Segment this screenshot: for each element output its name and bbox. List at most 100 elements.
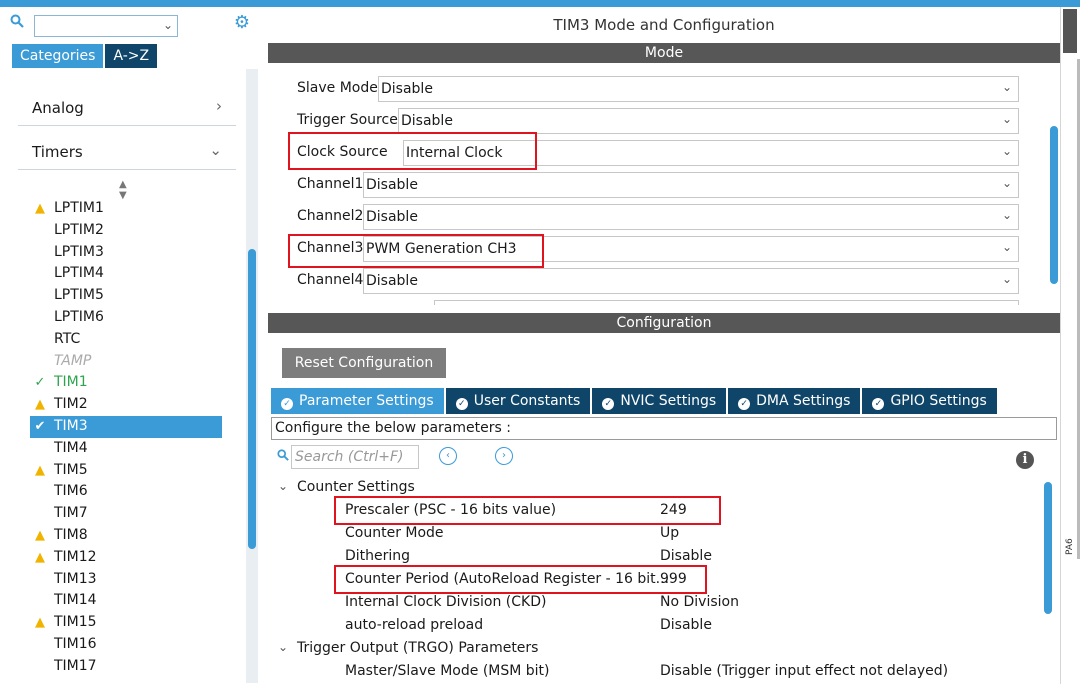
chevron-down-icon: ⌄	[209, 141, 222, 159]
tab-categories[interactable]: Categories	[12, 44, 104, 68]
chevron-down-icon: ⌄	[1001, 176, 1012, 190]
timer-item-tim3[interactable]: ✔ TIM3	[30, 415, 222, 438]
check-circle-icon: ✔	[34, 418, 46, 434]
chevron-down-icon: ⌄	[1001, 272, 1012, 286]
timer-item-tim12[interactable]: ▲ TIM12	[30, 547, 222, 569]
timer-item-lptim1[interactable]: ▲ LPTIM1	[30, 198, 222, 220]
timer-label: TIM13	[54, 570, 97, 587]
channel4-select[interactable]: Disable ⌄	[363, 268, 1019, 294]
configuration-header: Configuration	[268, 313, 1060, 333]
reset-configuration-button[interactable]: Reset Configuration	[282, 348, 446, 378]
timer-item-tim6[interactable]: TIM6	[30, 481, 222, 503]
param-row-auto-reload[interactable]: auto-reload preload Disable	[268, 615, 1048, 638]
select-value: Disable	[366, 209, 418, 225]
panel-title: TIM3 Mode and Configuration	[553, 16, 775, 34]
check-circle-icon: ✓	[281, 398, 293, 410]
channel4-label: Channel4	[297, 272, 364, 288]
slave-mode-select[interactable]: Disable ⌄	[378, 76, 1019, 102]
timer-item-lptim3[interactable]: LPTIM3	[30, 242, 222, 264]
mode-scrollbar[interactable]	[1050, 126, 1058, 284]
group-label: Trigger Output (TRGO) Parameters	[297, 640, 539, 656]
trigger-source-select[interactable]: Disable ⌄	[398, 108, 1019, 134]
channel2-select[interactable]: Disable ⌄	[363, 204, 1019, 230]
info-icon[interactable]: i	[1016, 451, 1034, 469]
timer-item-tim1[interactable]: ✓ TIM1	[30, 372, 222, 394]
search-icon[interactable]	[10, 14, 24, 28]
timer-item-tim16[interactable]: TIM16	[30, 634, 222, 656]
empty-icon-slot	[32, 634, 48, 656]
collapse-handle[interactable]	[1063, 9, 1077, 53]
timer-item-tim14[interactable]: TIM14	[30, 590, 222, 612]
right-edge-strip: PA6	[1060, 7, 1080, 684]
timer-item-tim4[interactable]: TIM4	[30, 438, 222, 460]
search-next-icon[interactable]: ›	[495, 447, 513, 465]
timer-label: LPTIM1	[54, 200, 104, 216]
scrollbar-thumb[interactable]	[248, 249, 256, 549]
tab-parameter-settings[interactable]: ✓ Parameter Settings	[271, 388, 444, 414]
parameter-search-input[interactable]: Search (Ctrl+F)	[291, 445, 419, 469]
chevron-down-icon: ⌄	[1001, 208, 1012, 222]
tab-label: Parameter Settings	[299, 393, 434, 409]
trigger-source-row: Trigger Source Disable ⌄	[297, 108, 1019, 134]
highlight-prescaler	[334, 496, 721, 525]
channel4-row: Channel4 Disable ⌄	[297, 268, 1019, 294]
timer-label: TAMP	[54, 352, 92, 369]
warning-icon: ▲	[35, 397, 45, 413]
highlight-counter-period	[334, 565, 707, 594]
channel2-label: Channel2	[297, 208, 364, 224]
mode-header: Mode	[268, 43, 1060, 63]
timer-item-lptim2[interactable]: LPTIM2	[30, 220, 222, 242]
timer-label: TIM8	[54, 526, 88, 543]
timer-item-tim5[interactable]: ▲ TIM5	[30, 460, 222, 482]
tab-label: User Constants	[473, 393, 581, 409]
tab-gpio-settings[interactable]: ✓ GPIO Settings	[862, 388, 997, 414]
highlight-channel3	[288, 234, 544, 268]
timer-item-tim17[interactable]: TIM17	[30, 656, 222, 678]
tab-dma-settings[interactable]: ✓ DMA Settings	[728, 388, 861, 414]
chevron-down-icon: ⌄	[1001, 240, 1012, 254]
empty-icon-slot	[32, 590, 48, 612]
configuration-scrollbar[interactable]	[1044, 482, 1052, 614]
timer-item-tamp[interactable]: TAMP	[30, 351, 222, 373]
parameter-search-row: Search (Ctrl+F) ‹ ›	[277, 445, 1037, 469]
tab-nvic-settings[interactable]: ✓ NVIC Settings	[592, 388, 727, 414]
param-name: auto-reload preload	[345, 617, 484, 633]
timer-item-lptim5[interactable]: LPTIM5	[30, 285, 222, 307]
empty-icon-slot	[32, 242, 48, 264]
search-previous-icon[interactable]: ‹	[439, 447, 457, 465]
timer-item-tim15[interactable]: ▲ TIM15	[30, 612, 222, 634]
tab-user-constants[interactable]: ✓ User Constants	[445, 388, 591, 414]
param-row-clock-division[interactable]: Internal Clock Division (CKD) No Divisio…	[268, 592, 1048, 615]
channel1-label: Channel1	[297, 176, 364, 192]
empty-icon-slot	[32, 503, 48, 525]
gear-icon[interactable]: ⚙	[232, 13, 252, 33]
param-value: Disable	[660, 548, 712, 564]
search-dropdown[interactable]: ⌄	[34, 15, 178, 37]
timer-label: LPTIM2	[54, 221, 104, 238]
timer-item-tim2[interactable]: ▲ TIM2	[30, 394, 222, 416]
chevron-down-icon: ⌄	[1001, 112, 1012, 126]
warning-icon: ▲	[35, 462, 45, 478]
category-timers[interactable]: Timers ⌄	[18, 135, 236, 170]
tab-a-z[interactable]: A->Z	[105, 44, 158, 68]
timer-item-tim8[interactable]: ▲ TIM8	[30, 525, 222, 547]
category-analog[interactable]: Analog ›	[18, 91, 236, 126]
channel1-row: Channel1 Disable ⌄	[297, 172, 1019, 198]
trgo-parameters-group[interactable]: ⌄ Trigger Output (TRGO) Parameters	[268, 638, 1048, 661]
timer-item-lptim4[interactable]: LPTIM4	[30, 263, 222, 285]
check-circle-icon: ✓	[455, 398, 468, 410]
timer-item-tim7[interactable]: TIM7	[30, 503, 222, 525]
timer-label: TIM5	[54, 461, 88, 478]
check-circle-icon: ✓	[602, 398, 615, 410]
timer-item-lptim6[interactable]: LPTIM6	[30, 307, 222, 329]
empty-icon-slot	[32, 285, 48, 307]
timer-item-rtc[interactable]: RTC	[30, 329, 222, 351]
warning-icon: ▲	[35, 615, 45, 631]
empty-icon-slot	[32, 481, 48, 503]
timer-item-tim13[interactable]: TIM13	[30, 569, 222, 591]
param-name: Dithering	[345, 548, 411, 564]
param-row-counter-mode[interactable]: Counter Mode Up	[268, 523, 1048, 546]
channel1-select[interactable]: Disable ⌄	[363, 172, 1019, 198]
param-row-msm[interactable]: Master/Slave Mode (MSM bit) Disable (Tri…	[268, 661, 1048, 684]
warning-icon: ▲	[35, 549, 45, 565]
